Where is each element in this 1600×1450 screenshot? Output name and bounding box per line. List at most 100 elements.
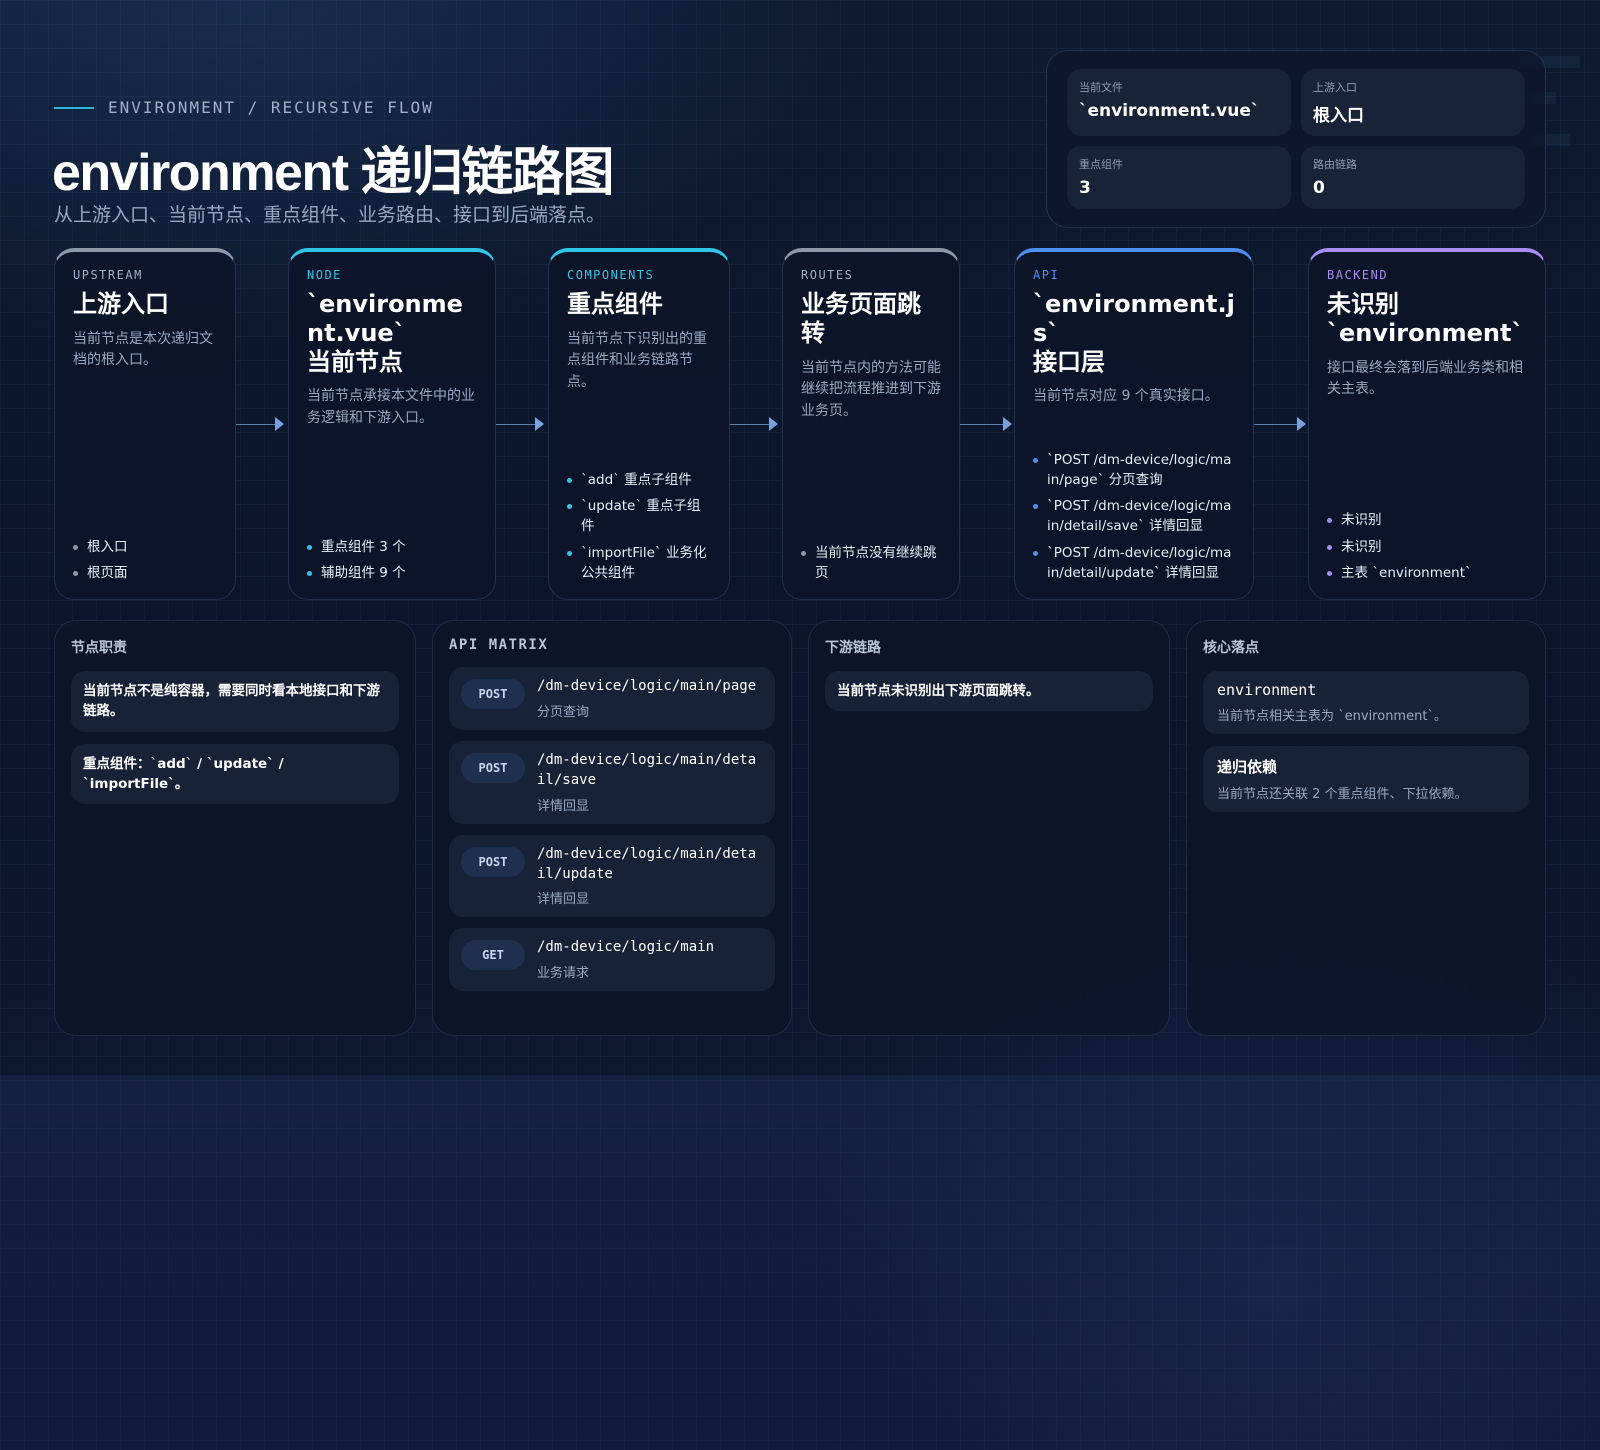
list-item: 根页面	[73, 563, 217, 583]
card-title: `environment.js` 接口层	[1033, 290, 1235, 376]
flow-arrow	[496, 414, 544, 434]
core-item: environment 当前节点相关主表为 `environment`。	[1203, 671, 1529, 734]
api-desc: 详情回显	[537, 892, 590, 908]
card-desc: 当前节点承接本文件中的业务逻辑和下游入口。	[307, 388, 475, 427]
flow-card-node: NODE `environment.vue` 当前节点 当前节点承接本文件中的业务…	[288, 248, 496, 600]
api-row[interactable]: GET /dm-device/logic/main 业务请求	[449, 928, 775, 992]
api-path: /dm-device/logic/main	[537, 939, 715, 956]
arrow-head-icon	[275, 417, 284, 431]
eyebrow-text: ENVIRONMENT / RECURSIVE FLOW	[108, 98, 434, 117]
method-badge: POST	[461, 752, 525, 783]
card-tag: API	[1033, 268, 1060, 282]
card-list: `POST /dm-device/logic/main/page` 分页查询 `…	[1033, 444, 1235, 584]
card-list: 当前节点没有继续跳页	[801, 537, 941, 584]
panel-downstream: 下游链路 当前节点未识别出下游页面跳转。	[808, 620, 1170, 1036]
page-title: environment 递归链路图	[52, 144, 615, 202]
page-subtitle: 从上游入口、当前节点、重点组件、业务路由、接口到后端落点。	[54, 204, 606, 226]
api-path: /dm-device/logic/main/page	[537, 678, 757, 694]
api-desc: 业务请求	[537, 966, 590, 982]
core-item-desc: 当前节点相关主表为 `environment`。	[1217, 709, 1447, 724]
card-title: `environment.vue` 当前节点	[307, 290, 463, 376]
panel-title: API MATRIX	[449, 637, 549, 653]
arrow-head-icon	[1003, 417, 1012, 431]
api-row[interactable]: POST /dm-device/logic/main/detail/save 详…	[449, 740, 775, 824]
card-list: 未识别 未识别 主表 `environment`	[1327, 504, 1527, 583]
stat-label: 路由链路	[1313, 158, 1357, 171]
stat-value: `environment.vue`	[1079, 101, 1260, 121]
card-tag: BACKEND	[1327, 268, 1389, 282]
list-item: `POST /dm-device/logic/main/page` 分页查询	[1033, 450, 1235, 491]
list-item: 根入口	[73, 537, 217, 557]
flow-card-upstream: UPSTREAM 上游入口 当前节点是本次递归文档的根入口。 根入口 根页面	[54, 248, 236, 600]
card-desc: 当前节点是本次递归文档的根入口。	[73, 330, 213, 369]
flow-card-routes: ROUTES 业务页面跳转 当前节点内的方法可能继续把流程推进到下游业务页。 当…	[782, 248, 960, 600]
method-badge: POST	[461, 846, 525, 877]
flow-arrow	[960, 414, 1012, 434]
stat-label: 上游入口	[1313, 81, 1357, 94]
card-list: 根入口 根页面	[73, 531, 217, 584]
card-desc: 当前节点下识别出的重点组件和业务链路节点。	[567, 330, 707, 391]
card-desc: 当前节点对应 9 个真实接口。	[1033, 388, 1219, 405]
card-title: 上游入口	[73, 290, 169, 318]
api-row[interactable]: POST /dm-device/logic/main/detail/update…	[449, 834, 775, 918]
flow-arrow	[1254, 414, 1306, 434]
core-item-desc: 当前节点还关联 2 个重点组件、下拉依赖。	[1217, 787, 1468, 802]
api-desc: 分页查询	[537, 704, 590, 720]
eyebrow: ENVIRONMENT / RECURSIVE FLOW	[54, 98, 434, 117]
eyebrow-line	[54, 106, 94, 109]
list-item: 未识别	[1327, 537, 1527, 557]
flow-card-backend: BACKEND 未识别 `environment` 接口最终会落到后端业务类和相关…	[1308, 248, 1546, 600]
list-item: `add` 重点子组件	[567, 470, 711, 490]
list-item: 未识别	[1327, 510, 1527, 530]
card-list: `add` 重点子组件 `update` 重点子组件 `importFile` …	[567, 464, 711, 583]
api-path: /dm-device/logic/main/detail/save	[537, 751, 757, 788]
flow-arrow	[730, 414, 778, 434]
card-tag: ROUTES	[801, 268, 854, 282]
stat-label: 重点组件	[1079, 158, 1123, 171]
downstream-note: 当前节点未识别出下游页面跳转。	[825, 671, 1153, 712]
panel-title: 下游链路	[825, 640, 881, 656]
arrow-head-icon	[769, 417, 778, 431]
list-item: `importFile` 业务化公共组件	[567, 543, 711, 584]
list-item: `update` 重点子组件	[567, 496, 711, 537]
stat-routes: 路由链路 0	[1301, 146, 1525, 209]
panel-title: 核心落点	[1203, 640, 1259, 656]
card-tag: NODE	[307, 268, 342, 282]
list-item: 辅助组件 9 个	[307, 563, 477, 583]
card-desc: 当前节点内的方法可能继续把流程推进到下游业务页。	[801, 359, 941, 419]
stat-components: 重点组件 3	[1067, 146, 1291, 209]
method-badge: GET	[461, 940, 525, 971]
stat-current-file: 当前文件 `environment.vue`	[1067, 69, 1291, 136]
card-tag: COMPONENTS	[567, 268, 655, 282]
card-title: 重点组件	[567, 290, 663, 318]
flow-card-components: COMPONENTS 重点组件 当前节点下识别出的重点组件和业务链路节点。 `a…	[548, 248, 730, 600]
arrow-head-icon	[535, 417, 544, 431]
card-desc: 接口最终会落到后端业务类和相关主表。	[1327, 359, 1523, 398]
duty-note: 当前节点不是纯容器，需要同时看本地接口和下游链路。	[71, 671, 399, 732]
panel-node-duty: 节点职责 当前节点不是纯容器，需要同时看本地接口和下游链路。 重点组件：`add…	[54, 620, 416, 1036]
core-item: 递归依赖 当前节点还关联 2 个重点组件、下拉依赖。	[1203, 746, 1529, 812]
duty-note: 重点组件：`add` / `update` / `importFile`。	[71, 743, 399, 804]
core-item-title: environment	[1217, 681, 1317, 699]
card-title: 业务页面跳转	[801, 290, 921, 347]
api-row[interactable]: POST /dm-device/logic/main/page 分页查询	[449, 667, 775, 730]
stat-upstream: 上游入口 根入口	[1301, 69, 1525, 136]
panel-core: 核心落点 environment 当前节点相关主表为 `environment`…	[1186, 620, 1546, 1036]
list-item: `POST /dm-device/logic/main/detail/updat…	[1033, 543, 1235, 584]
api-desc: 详情回显	[537, 798, 590, 814]
core-item-title: 递归依赖	[1217, 758, 1278, 776]
card-title: 未识别 `environment`	[1327, 290, 1524, 347]
card-tag: UPSTREAM	[73, 268, 143, 282]
stat-value: 3	[1079, 178, 1091, 198]
stat-value: 0	[1313, 178, 1325, 198]
flow-arrow	[236, 414, 284, 434]
list-item: 主表 `environment`	[1327, 563, 1527, 583]
api-path: /dm-device/logic/main/detail/update	[537, 845, 757, 882]
flow-card-api: API `environment.js` 接口层 当前节点对应 9 个真实接口。 …	[1014, 248, 1254, 600]
stat-value: 根入口	[1313, 106, 1364, 126]
list-item: 当前节点没有继续跳页	[801, 543, 941, 584]
stats-panel: 当前文件 `environment.vue` 上游入口 根入口 重点组件 3 路…	[1046, 50, 1546, 228]
list-item: 重点组件 3 个	[307, 537, 477, 557]
arrow-head-icon	[1297, 417, 1306, 431]
stat-label: 当前文件	[1079, 81, 1123, 94]
